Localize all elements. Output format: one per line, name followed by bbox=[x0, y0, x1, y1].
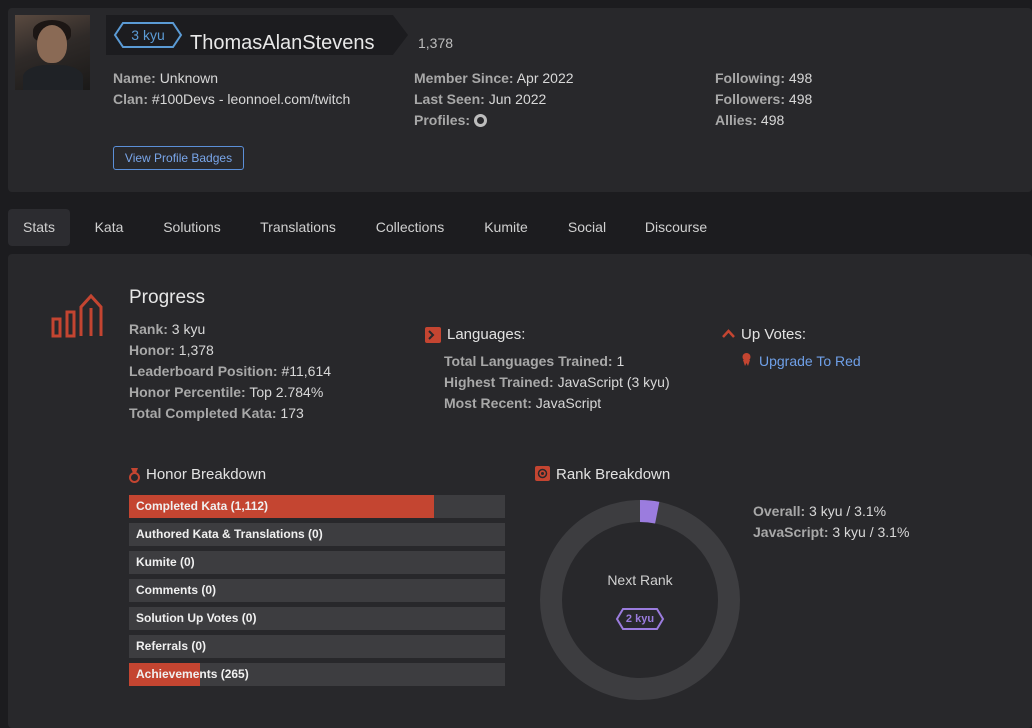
tab-kata[interactable]: Kata bbox=[80, 209, 138, 246]
honor-bar-solution-up-votes: Solution Up Votes (0) bbox=[129, 607, 505, 630]
following-field[interactable]: Following: 498 bbox=[715, 70, 812, 86]
honor-bar-kumite: Kumite (0) bbox=[129, 551, 505, 574]
progress-chart-icon bbox=[51, 293, 103, 338]
progress-rank: Rank: 3 kyu bbox=[129, 321, 206, 337]
languages-recent: Most Recent: JavaScript bbox=[444, 395, 602, 411]
progress-completed-kata: Total Completed Kata: 173 bbox=[129, 405, 304, 421]
username: ThomasAlanStevens bbox=[190, 32, 375, 54]
progress-honor: Honor: 1,378 bbox=[129, 342, 214, 358]
tab-solutions[interactable]: Solutions bbox=[150, 209, 234, 246]
honor-bar-achievements: Achievements (265) bbox=[129, 663, 505, 686]
tab-discourse[interactable]: Discourse bbox=[635, 209, 717, 246]
tab-stats[interactable]: Stats bbox=[8, 209, 70, 246]
rank-javascript: JavaScript: 3 kyu / 3.1% bbox=[753, 524, 910, 540]
languages-total: Total Languages Trained: 1 bbox=[444, 353, 625, 369]
progress-leaderboard: Leaderboard Position: #11,614 bbox=[129, 363, 332, 379]
last-seen-field: Last Seen: Jun 2022 bbox=[414, 91, 547, 107]
profiles-field: Profiles: bbox=[414, 112, 487, 128]
rank-overall: Overall: 3 kyu / 3.1% bbox=[753, 503, 887, 519]
progress-percentile: Honor Percentile: Top 2.784% bbox=[129, 384, 324, 400]
honor-breakdown-title: Honor Breakdown bbox=[146, 466, 267, 483]
languages-title: Languages: bbox=[447, 326, 526, 343]
chevron-up-icon bbox=[722, 329, 735, 338]
github-icon[interactable] bbox=[473, 114, 487, 127]
upgrade-to-red-link[interactable]: Upgrade To Red bbox=[759, 353, 861, 369]
next-rank-badge: 2 kyu bbox=[615, 607, 665, 631]
progress-title: Progress bbox=[129, 287, 206, 308]
tab-collections[interactable]: Collections bbox=[363, 209, 457, 246]
member-since-field: Member Since: Apr 2022 bbox=[414, 70, 574, 86]
languages-highest: Highest Trained: JavaScript (3 kyu) bbox=[444, 374, 670, 390]
rank-badge: 3 kyu bbox=[113, 21, 183, 49]
allies-field[interactable]: Allies: 498 bbox=[715, 112, 784, 128]
tab-kumite[interactable]: Kumite bbox=[473, 209, 539, 246]
tab-social[interactable]: Social bbox=[558, 209, 616, 246]
target-icon bbox=[535, 466, 550, 481]
followers-field[interactable]: Followers: 498 bbox=[715, 91, 812, 107]
avatar[interactable] bbox=[15, 15, 90, 90]
rank-breakdown-title: Rank Breakdown bbox=[556, 466, 671, 483]
tab-translations[interactable]: Translations bbox=[248, 209, 348, 246]
medal-icon bbox=[129, 468, 140, 483]
honor-bar-completed-kata: Completed Kata (1,112) bbox=[129, 495, 505, 518]
view-profile-badges-button[interactable]: View Profile Badges bbox=[113, 146, 244, 170]
rank-badge-text: 3 kyu bbox=[131, 27, 165, 43]
honor-bar-authored-kata: Authored Kata & Translations (0) bbox=[129, 523, 505, 546]
terminal-icon bbox=[425, 327, 441, 343]
upvotes-title: Up Votes: bbox=[741, 326, 807, 343]
name-field: Name: Unknown bbox=[113, 70, 219, 86]
honor-score: 1,378 bbox=[418, 35, 454, 51]
honor-bar-comments: Comments (0) bbox=[129, 579, 505, 602]
rank-progress-donut bbox=[540, 500, 740, 700]
honor-bar-referrals: Referrals (0) bbox=[129, 635, 505, 658]
ribbon-icon bbox=[742, 353, 751, 366]
next-rank-label: Next Rank bbox=[607, 572, 673, 588]
clan-field: Clan: #100Devs - leonnoel.com/twitch bbox=[113, 91, 351, 107]
